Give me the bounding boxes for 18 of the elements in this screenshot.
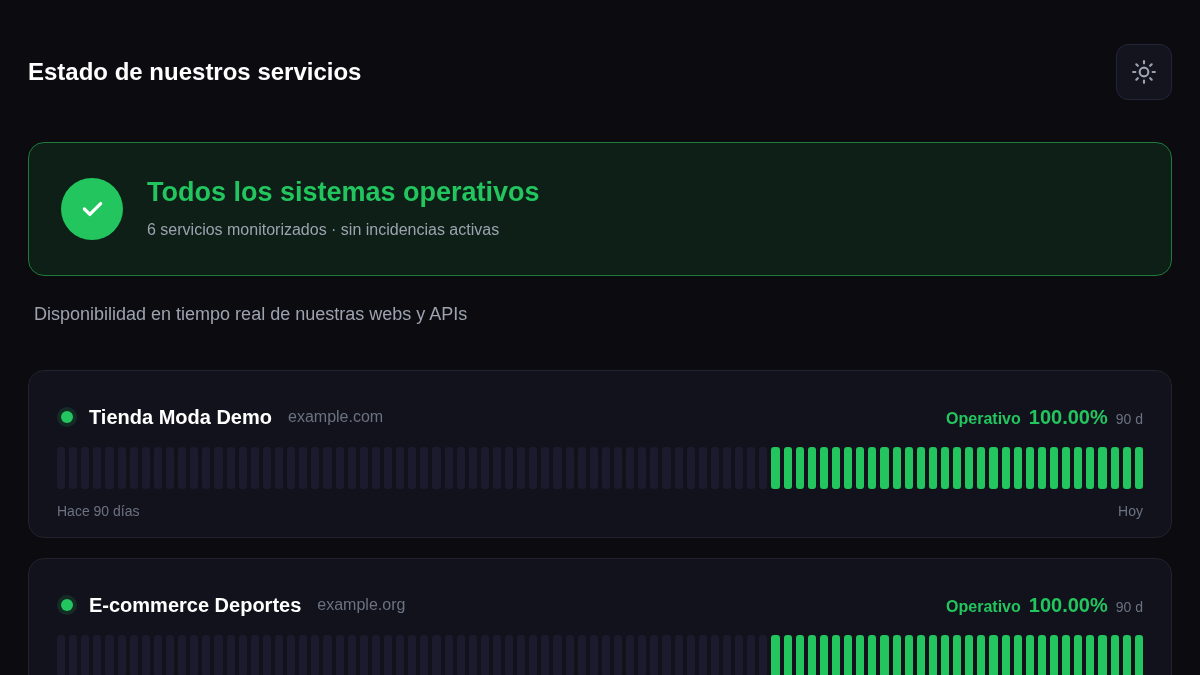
period-label: 90 d (1115, 410, 1143, 429)
intro-text: Disponibilidad en tiempo real de nuestras webs y APIs (34, 303, 469, 326)
service-domain: example.com (288, 407, 384, 427)
uptime-value: 100.00% (1028, 405, 1108, 430)
theme-toggle-button[interactable] (1116, 44, 1172, 100)
sun-icon (1131, 59, 1157, 85)
service-domain: example.org (317, 595, 406, 615)
period-label: 90 d (1115, 598, 1143, 617)
range-start-label: Hace 90 días (57, 502, 140, 521)
summary-title: Todos los sistemas operativos (147, 176, 540, 210)
summary-subtitle: 6 servicios monitorizados · sin incidencias activas (147, 219, 501, 240)
uptime-value: 100.00% (1028, 593, 1108, 618)
page-title: Estado de nuestros servicios (28, 57, 362, 87)
status-label: Operativo (946, 409, 1021, 429)
range-end-label: Hoy (1118, 502, 1143, 521)
service-name: Tienda Moda Demo (89, 405, 272, 430)
status-label: Operativo (946, 597, 1021, 617)
service-name: E-commerce Deportes (89, 593, 302, 618)
